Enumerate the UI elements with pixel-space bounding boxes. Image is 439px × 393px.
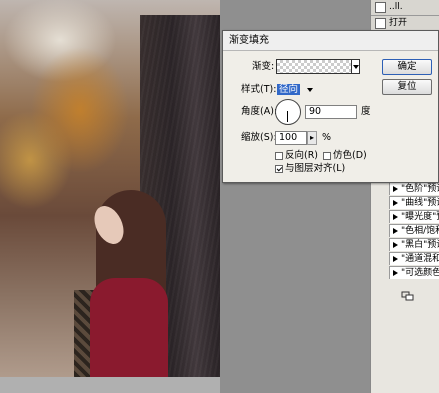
- reverse-checkbox[interactable]: [275, 152, 283, 160]
- adjust-item-label: "通道混和器: [401, 254, 439, 264]
- adjust-item-selective-color[interactable]: "可选颜色": [389, 266, 439, 279]
- expand-arrow-icon: [393, 241, 398, 248]
- dialog-title: 渐变填充: [223, 31, 438, 51]
- adjust-item-label: "色相/饱和: [401, 226, 439, 236]
- woman-sweater: [90, 278, 168, 393]
- expand-arrow-icon: [393, 213, 398, 220]
- gradient-preview[interactable]: [276, 59, 352, 74]
- style-selected-value: 径向: [277, 84, 301, 95]
- adjust-item-label: "黑白"预设: [401, 240, 439, 250]
- scale-unit: %: [322, 132, 332, 143]
- angle-input[interactable]: 90: [305, 105, 357, 119]
- scale-label: 缩放(S):: [241, 132, 277, 143]
- angle-needle: [287, 111, 288, 122]
- expand-arrow-icon: [393, 227, 398, 234]
- thumbnail-icon: [375, 2, 386, 13]
- align-with-layer-label: 与图层对齐(L): [285, 163, 346, 174]
- dither-label: 仿色(D): [333, 150, 367, 161]
- gradient-label: 渐变:: [252, 61, 275, 72]
- panel-row-1-label: ..ll.: [389, 2, 403, 12]
- style-select[interactable]: 径向: [277, 83, 321, 97]
- expand-arrow-icon: [393, 199, 398, 206]
- chevron-down-icon: [353, 65, 359, 69]
- panel-row-1[interactable]: ..ll.: [371, 0, 439, 16]
- chevron-down-icon[interactable]: [307, 88, 313, 92]
- expand-arrow-icon: [393, 255, 398, 262]
- open-label: 打开: [389, 18, 408, 28]
- scale-stepper[interactable]: ▸: [307, 131, 317, 145]
- angle-dial[interactable]: [275, 99, 301, 125]
- scale-input[interactable]: 100: [275, 131, 307, 145]
- expand-arrow-icon: [393, 269, 398, 276]
- adjust-item-levels[interactable]: "色阶"预设: [389, 182, 439, 195]
- canvas-bottom-edge: [0, 377, 220, 393]
- dither-checkbox[interactable]: [323, 152, 331, 160]
- adjust-item-label: "色阶"预设: [401, 184, 439, 194]
- angle-unit: 度: [361, 106, 371, 117]
- adjust-item-black-white[interactable]: "黑白"预设: [389, 238, 439, 251]
- adjust-item-hue-saturation[interactable]: "色相/饱和: [389, 224, 439, 237]
- reverse-label: 反向(R): [285, 150, 319, 161]
- ok-button[interactable]: 确定: [382, 59, 432, 75]
- style-label: 样式(T):: [241, 84, 277, 95]
- adjust-item-curves[interactable]: "曲线"预设: [389, 196, 439, 209]
- open-icon: [375, 18, 386, 29]
- expand-arrow-icon: [393, 185, 398, 192]
- adjust-item-exposure[interactable]: "曝光度"预: [389, 210, 439, 223]
- photo-canvas[interactable]: [0, 0, 220, 393]
- reset-button[interactable]: 复位: [382, 79, 432, 95]
- angle-label: 角度(A):: [241, 106, 278, 117]
- adjust-item-channel-mixer[interactable]: "通道混和器: [389, 252, 439, 265]
- adjust-item-label: "曝光度"预: [401, 212, 439, 222]
- align-with-layer-checkbox[interactable]: [275, 165, 283, 173]
- adjust-item-label: "可选颜色": [401, 268, 439, 278]
- gradient-fill-dialog: 渐变填充 渐变: 样式(T): 径向 角度(A): 90 度 缩放(S): 10…: [222, 30, 439, 183]
- gradient-dropdown-button[interactable]: [352, 59, 360, 74]
- layers-icon[interactable]: [401, 291, 417, 303]
- adjust-item-label: "曲线"预设: [401, 198, 439, 208]
